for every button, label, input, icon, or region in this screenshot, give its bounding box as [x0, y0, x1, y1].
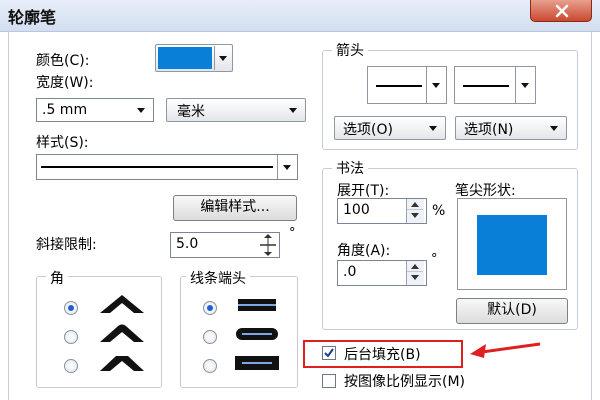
color-picker[interactable]: [155, 44, 233, 72]
close-icon: [555, 4, 569, 18]
scale-with-image-label[interactable]: 按图像比例显示(M): [344, 371, 465, 391]
calligraphy-title: 书法: [332, 158, 368, 178]
arrow-down-icon: [411, 213, 419, 218]
arrow-options-right-button[interactable]: 选项(N): [455, 116, 567, 140]
stretch-label: 展开(T):: [337, 183, 390, 199]
bevel-corner-icon: [100, 356, 144, 371]
end-arrow-select[interactable]: [454, 66, 536, 104]
arrow-down-icon: [411, 275, 419, 280]
behind-fill-label[interactable]: 后台填充(B): [344, 344, 421, 364]
round-corner-icon: [100, 324, 144, 342]
spinner-icon: [260, 234, 276, 256]
chevron-down-icon: [429, 126, 437, 131]
miter-limit-value: 5.0: [176, 236, 199, 252]
stretch-spinner[interactable]: [406, 199, 424, 223]
square-cap-icon: [235, 356, 279, 370]
chevron-down-icon: [289, 108, 297, 113]
nib-preview[interactable]: [457, 198, 567, 290]
arrow-up-icon: [411, 264, 419, 269]
width-select[interactable]: .5 mm: [36, 98, 154, 122]
corner-miter-radio[interactable]: [64, 301, 78, 315]
line-style-preview: [41, 166, 273, 168]
angle-input[interactable]: .0: [337, 260, 427, 286]
arrows-title: 箭头: [332, 40, 368, 60]
width-label: 宽度(W):: [36, 75, 94, 91]
color-swatch: [158, 47, 212, 69]
chevron-down-icon: [521, 83, 529, 88]
start-arrow-select[interactable]: [367, 66, 447, 104]
end-arrow-preview: [463, 85, 509, 87]
line-caps-title: 线条端头: [186, 268, 250, 288]
color-label: 颜色(C):: [36, 53, 90, 69]
miter-limit-label: 斜接限制:: [36, 237, 97, 253]
width-value: .5 mm: [42, 102, 88, 118]
default-button[interactable]: 默认(D): [456, 298, 568, 324]
nib-shape-label: 笔尖形状:: [455, 183, 516, 199]
miter-corner-icon: [100, 295, 144, 313]
check-icon: [324, 348, 334, 358]
angle-label: 角度(A):: [337, 243, 391, 259]
chevron-down-icon: [137, 108, 145, 113]
cap-round-radio[interactable]: [203, 330, 217, 344]
corner-round-radio[interactable]: [64, 330, 78, 344]
arrow-options-right-label: 选项(N): [464, 122, 514, 138]
window-title: 轮廓笔: [8, 8, 57, 27]
percent-symbol: %: [432, 203, 446, 219]
miter-limit-input[interactable]: 5.0: [170, 232, 280, 258]
angle-value: .0: [343, 264, 357, 280]
chevron-down-icon: [550, 126, 558, 131]
chevron-down-icon: [219, 56, 227, 61]
arrow-options-left-label: 选项(O): [343, 122, 393, 138]
unit-value: 毫米: [177, 104, 205, 120]
nib-shape: [477, 215, 547, 275]
miter-spinner[interactable]: [259, 233, 277, 257]
style-label: 样式(S):: [36, 135, 89, 151]
cap-square-radio[interactable]: [203, 359, 217, 373]
behind-fill-checkbox[interactable]: [322, 346, 336, 360]
start-arrow-preview: [376, 85, 422, 87]
close-button[interactable]: [530, 0, 592, 22]
arrow-options-left-button[interactable]: 选项(O): [334, 116, 446, 140]
corners-title: 角: [46, 268, 68, 288]
degree-symbol: °: [289, 226, 296, 241]
stretch-value: 100: [343, 202, 370, 218]
title-bar: [0, 0, 600, 32]
style-select[interactable]: [36, 154, 298, 180]
arrow-up-icon: [411, 202, 419, 207]
stretch-input[interactable]: 100: [337, 198, 427, 224]
callout-arrow-icon: [470, 342, 541, 358]
chevron-down-icon: [283, 165, 291, 170]
unit-select[interactable]: 毫米: [166, 98, 306, 122]
cap-butt-radio[interactable]: [203, 301, 217, 315]
chevron-down-icon: [432, 83, 440, 88]
edit-style-button[interactable]: 编辑样式...: [173, 195, 297, 221]
angle-degree-symbol: °: [431, 252, 438, 267]
angle-spinner[interactable]: [406, 261, 424, 285]
round-cap-icon: [236, 328, 278, 340]
corner-bevel-radio[interactable]: [64, 359, 78, 373]
scale-with-image-checkbox[interactable]: [322, 374, 336, 388]
butt-cap-icon: [238, 299, 276, 311]
